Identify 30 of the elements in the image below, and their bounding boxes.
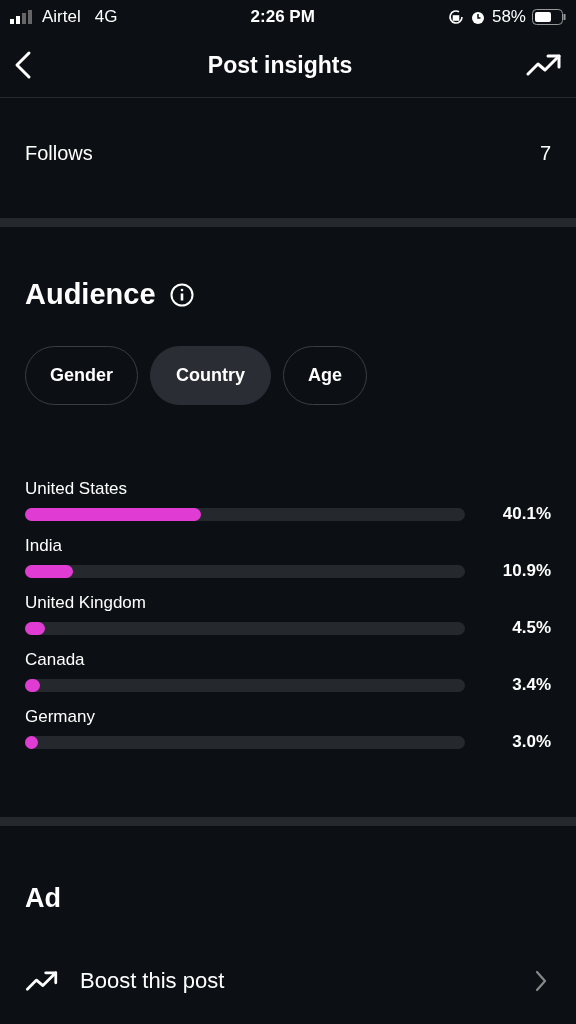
rotation-lock-icon bbox=[447, 8, 464, 25]
battery-icon bbox=[532, 8, 566, 25]
back-icon bbox=[14, 50, 32, 80]
trending-up-icon bbox=[25, 969, 59, 992]
trends-button[interactable] bbox=[526, 53, 562, 77]
metric-value: 7 bbox=[539, 141, 551, 166]
section-title: Audience bbox=[25, 277, 156, 312]
trending-up-icon bbox=[526, 53, 562, 77]
chevron-right-icon bbox=[535, 969, 547, 992]
section-title: Ad bbox=[25, 883, 61, 913]
carrier-name: Airtel bbox=[42, 5, 81, 28]
country-name: Canada bbox=[25, 648, 86, 671]
metric-label: Follows bbox=[25, 141, 93, 166]
network-type: 4G bbox=[94, 5, 118, 28]
country-name: India bbox=[25, 534, 63, 557]
percent-value: 40.1% bbox=[502, 502, 551, 525]
page-title: Post insights bbox=[207, 50, 353, 80]
battery-percent: 58% bbox=[491, 5, 526, 28]
country-name: Germany bbox=[25, 705, 96, 728]
clock-time: 2:26 PM bbox=[250, 5, 315, 28]
country-name: United Kingdom bbox=[25, 591, 147, 614]
boost-post-row[interactable]: Boost this post bbox=[25, 960, 551, 1001]
percent-value: 4.5% bbox=[512, 616, 551, 639]
percent-value: 10.9% bbox=[502, 559, 551, 582]
percent-value: 3.4% bbox=[512, 673, 551, 696]
country-name: United States bbox=[25, 477, 129, 500]
filter-tab[interactable]: Country bbox=[150, 345, 272, 405]
info-icon[interactable] bbox=[169, 282, 194, 307]
percent-value: 3.0% bbox=[512, 730, 551, 753]
signal-icon bbox=[10, 9, 34, 24]
